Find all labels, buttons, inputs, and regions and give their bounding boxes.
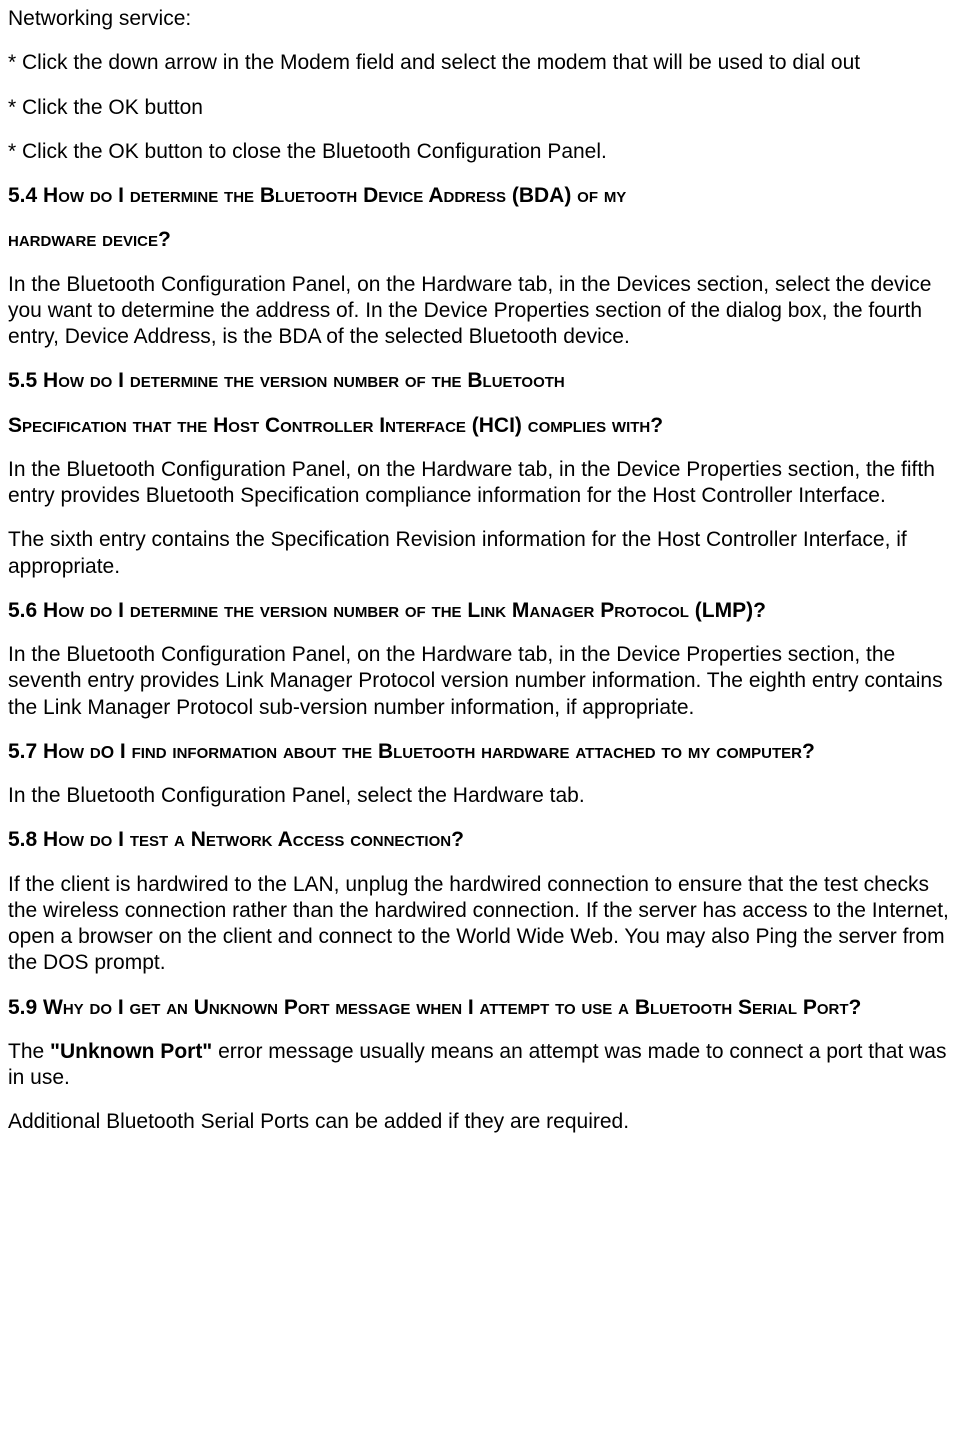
paragraph-5-5a: In the Bluetooth Configuration Panel, on… (8, 457, 964, 510)
heading-5-4-line2: hardware device? (8, 227, 964, 253)
p11a: The (8, 1040, 50, 1063)
heading-5-4-line1: 5.4 How do I determine the Bluetooth Dev… (8, 183, 964, 209)
paragraph-5-9b: Additional Bluetooth Serial Ports can be… (8, 1109, 964, 1135)
heading-5-5-line2: Specification that the Host Controller I… (8, 413, 964, 439)
heading-5-6: 5.6 How do I determine the version numbe… (8, 598, 964, 624)
paragraph-5-6: In the Bluetooth Configuration Panel, on… (8, 642, 964, 721)
paragraph-5-7: In the Bluetooth Configuration Panel, se… (8, 783, 964, 809)
heading-5-9: 5.9 Why do I get an Unknown Port message… (8, 995, 964, 1021)
paragraph-5-5b: The sixth entry contains the Specificati… (8, 527, 964, 580)
paragraph-5-4: In the Bluetooth Configuration Panel, on… (8, 272, 964, 351)
paragraph-5-9a: The "Unknown Port" error message usually… (8, 1039, 964, 1092)
paragraph-networking-service: Networking service: (8, 6, 964, 32)
bullet-ok1: * Click the OK button (8, 95, 964, 121)
bullet-modem: * Click the down arrow in the Modem fiel… (8, 50, 964, 76)
heading-5-8: 5.8 How do I test a Network Access conne… (8, 827, 964, 853)
heading-5-5-line1: 5.5 How do I determine the version numbe… (8, 368, 964, 394)
heading-5-7-o: o (101, 742, 114, 762)
unknown-port-bold: "Unknown Port" (50, 1040, 212, 1063)
heading-5-7: 5.7 How do I find information about the … (8, 739, 964, 765)
paragraph-5-8: If the client is hardwired to the LAN, u… (8, 872, 964, 977)
heading-5-7-pre: 5.7 How d (8, 740, 101, 763)
bullet-ok2: * Click the OK button to close the Bluet… (8, 139, 964, 165)
heading-5-7-post: I find information about the Bluetooth h… (114, 740, 815, 763)
